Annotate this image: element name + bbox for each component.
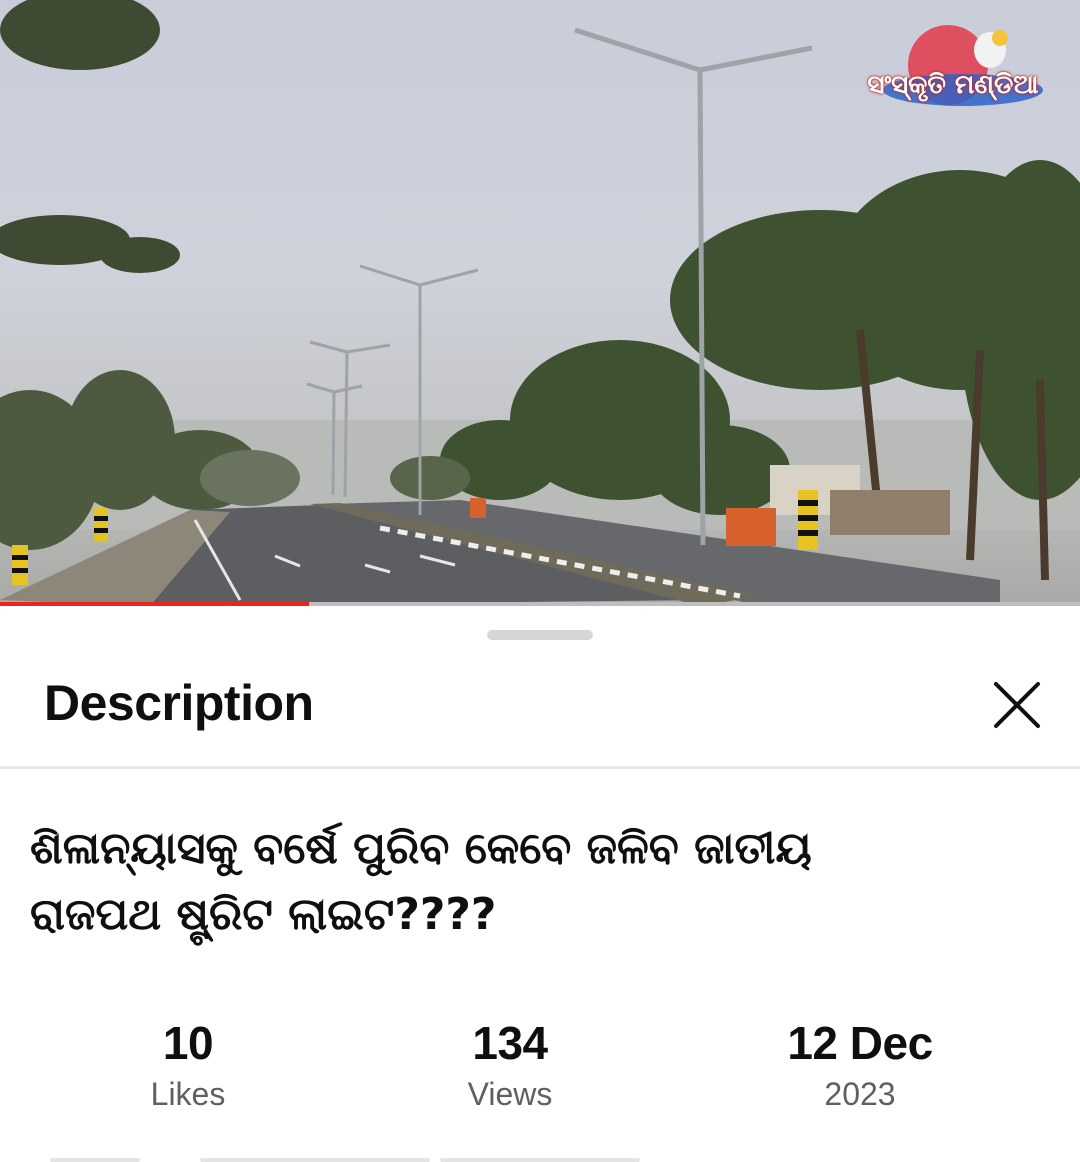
sheet-drag-handle[interactable]	[487, 630, 593, 640]
likes-count: 10	[162, 1017, 214, 1069]
stat-likes: 10 Likes	[38, 1016, 338, 1113]
headline-line-2: ରାଜପଥ ଷ୍ଟ୍ରିଟ ଲାଇଟ????	[30, 889, 497, 940]
likes-label: Likes	[150, 1076, 226, 1112]
video-headline: ଶିଳାନ୍ୟାସକୁ ବର୍ଷେ ପୁରିବ କେବେ ଜଳିବ ଜାତୀୟ …	[30, 816, 1050, 948]
views-label: Views	[467, 1076, 553, 1112]
views-count: 134	[472, 1017, 548, 1069]
headline-line-1: ଶିଳାନ୍ୟାସକୁ ବର୍ଷେ ପୁରିବ କେବେ ଜଳିବ ଜାତୀୟ	[30, 823, 812, 874]
channel-logo-icon: ସଂସ୍କୃତି ମଣ୍ଡିଆ	[858, 20, 1048, 110]
channel-logo-text: ସଂସ୍କୃତି ମଣ୍ଡିଆ	[867, 70, 1039, 100]
publish-date: 12 Dec	[787, 1017, 933, 1069]
stat-views: 134 Views	[360, 1016, 660, 1113]
close-button[interactable]	[988, 676, 1046, 734]
sheet-title: Description	[44, 675, 314, 731]
close-icon	[994, 682, 1040, 728]
publish-year: 2023	[824, 1076, 896, 1112]
stat-date: 12 Dec 2023	[710, 1016, 1010, 1113]
divider	[0, 766, 1080, 769]
chip-row-partial	[0, 1158, 1080, 1162]
video-player[interactable]: ସଂସ୍କୃତି ମଣ୍ଡିଆ	[0, 0, 1080, 606]
description-sheet: Description ଶିଳାନ୍ୟାସକୁ ବର୍ଷେ ପୁରିବ କେବେ…	[0, 606, 1080, 1162]
